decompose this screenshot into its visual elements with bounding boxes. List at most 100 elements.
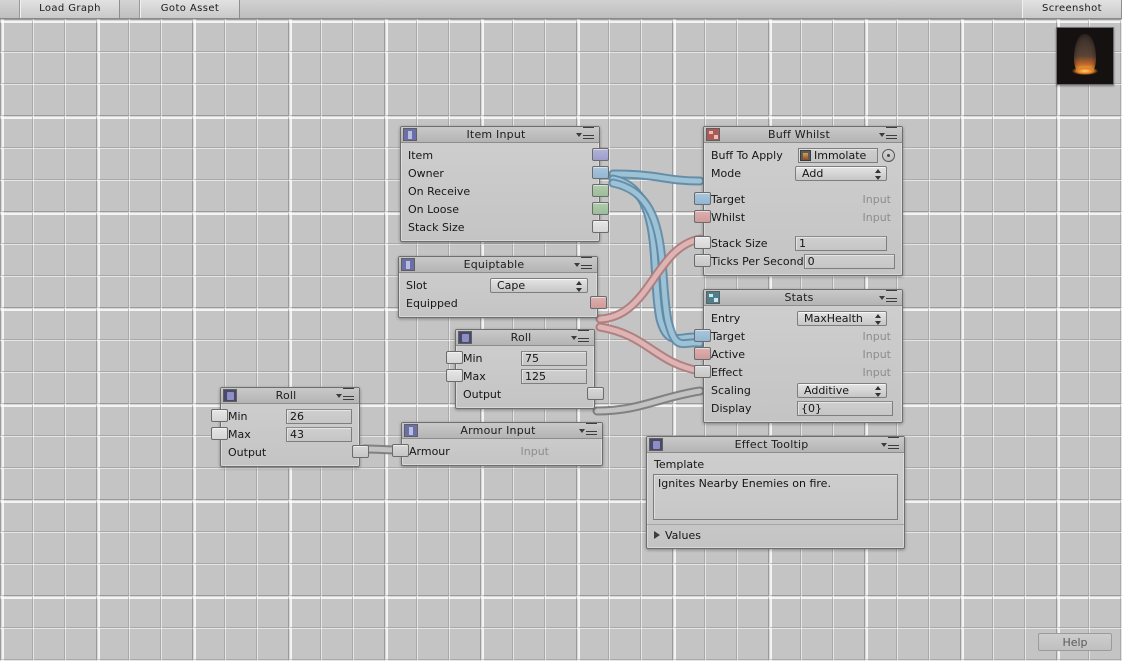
field-row-max[interactable]: Max 43 [211,425,359,443]
node-body: Min 75 Max 125 Output [446,346,604,408]
input-port-max[interactable] [211,427,228,440]
port-row-effect[interactable]: Effect Input [694,363,902,381]
output-port-owner[interactable] [592,166,609,179]
field-row-mode[interactable]: Mode Add [704,164,902,182]
input-port-target[interactable] [694,329,711,342]
asset-preview-thumbnail[interactable] [1056,27,1114,85]
template-textarea[interactable]: Ignites Nearby Enemies on fire. [653,474,898,520]
node-header[interactable]: Stats [704,289,902,306]
chevron-updown-icon [875,313,882,325]
input-port-target[interactable] [694,192,711,205]
output-port-stack-size[interactable] [592,220,609,233]
node-header[interactable]: Item Input [401,126,599,143]
node-header[interactable]: Armour Input [402,422,602,439]
node-buff-whilst[interactable]: Buff Whilst Buff To Apply Immolate Mode … [694,126,903,276]
input-port-ticks-per-second[interactable] [694,254,711,267]
node-equiptable[interactable]: Equiptable Slot Cape Equipped [398,256,607,318]
field-row-display[interactable]: Display {0} [704,399,902,417]
input-port-whilst[interactable] [694,210,711,223]
help-button[interactable]: Help [1038,633,1112,651]
field-row-min[interactable]: Min 26 [211,407,359,425]
output-port-equipped[interactable] [590,296,607,309]
port-row-output[interactable]: Output [221,443,369,461]
node-header[interactable]: Equiptable [399,256,597,273]
input-port-stack-size[interactable] [694,236,711,249]
field-row-entry[interactable]: Entry MaxHealth [704,309,902,327]
flame-glow-icon [1072,67,1098,75]
input-port-min[interactable] [211,409,228,422]
port-row-whilst[interactable]: Whilst Input [694,208,902,226]
node-header[interactable]: Roll [221,387,359,404]
display-input[interactable]: {0} [797,400,893,416]
node-stats[interactable]: Stats Entry MaxHealth Target Input Activ… [694,289,903,423]
output-port-on-receive[interactable] [592,184,609,197]
output-port-item[interactable] [592,148,609,161]
node-header[interactable]: Effect Tooltip [647,436,904,453]
node-menu-icon[interactable] [573,256,595,273]
node-menu-icon[interactable] [335,387,357,404]
node-menu-icon[interactable] [575,126,597,143]
scaling-dropdown[interactable]: Additive [797,382,887,398]
node-armour-input[interactable]: Armour Input Armour Input [392,422,603,466]
slot-dropdown[interactable]: Cape [490,277,588,293]
node-header[interactable]: Roll [456,329,594,346]
port-row-item[interactable]: Item [401,146,609,164]
port-row-armour[interactable]: Armour Input [392,442,602,460]
node-menu-icon[interactable] [878,126,900,143]
toolbar-divider [120,0,140,18]
input-port-min[interactable] [446,351,463,364]
goto-asset-button[interactable]: Goto Asset [140,0,240,18]
buff-to-apply-object-field[interactable]: Immolate [798,147,878,163]
field-row-max[interactable]: Max 125 [446,367,594,385]
port-row-target[interactable]: Target Input [694,327,902,345]
values-foldout[interactable]: Values [647,527,904,543]
output-port-on-loose[interactable] [592,202,609,215]
port-row-target[interactable]: Target Input [694,190,902,208]
output-port-output[interactable] [352,445,369,458]
node-roll-bottom[interactable]: Roll Min 26 Max 43 Output [211,387,369,467]
node-item-input[interactable]: Item Input Item Owner On Receive On Loos… [400,126,609,242]
load-graph-button[interactable]: Load Graph [20,0,120,18]
field-row-scaling[interactable]: Scaling Additive [704,381,902,399]
object-picker-icon[interactable] [882,148,895,162]
field-row-ticks-per-second[interactable]: Ticks Per Second 0 [694,252,902,270]
input-port-armour[interactable] [392,444,409,457]
max-input[interactable]: 43 [286,426,352,442]
field-row-stack-size[interactable]: Stack Size 1 [694,234,902,252]
entry-label: Entry [711,311,741,325]
screenshot-button[interactable]: Screenshot [1022,0,1122,18]
node-menu-icon[interactable] [578,422,600,439]
port-row-owner[interactable]: Owner [401,164,609,182]
port-row-active[interactable]: Active Input [694,345,902,363]
ticks-per-second-input[interactable]: 0 [803,253,895,269]
input-port-effect[interactable] [694,365,711,378]
min-input[interactable]: 75 [521,350,587,366]
max-input[interactable]: 125 [521,368,587,384]
node-header[interactable]: Buff Whilst [704,126,902,143]
field-row-buff-to-apply[interactable]: Buff To Apply Immolate [704,146,902,164]
entry-dropdown[interactable]: MaxHealth [797,310,887,326]
mode-dropdown[interactable]: Add [795,165,887,181]
effect-label: Effect [711,365,743,379]
node-effect-tooltip[interactable]: Effect Tooltip Template Ignites Nearby E… [646,436,905,549]
node-menu-icon[interactable] [880,436,902,453]
port-row-output[interactable]: Output [456,385,604,403]
input-port-max[interactable] [446,369,463,382]
min-input[interactable]: 26 [286,408,352,424]
input-port-active[interactable] [694,347,711,360]
port-row-stack-size[interactable]: Stack Size [401,218,609,236]
output-port-output[interactable] [587,387,604,400]
node-menu-icon[interactable] [570,329,592,346]
stack-size-input[interactable]: 1 [795,235,887,251]
node-roll-top[interactable]: Roll Min 75 Max 125 Output [446,329,604,409]
equipped-label: Equipped [406,296,458,310]
field-row-slot[interactable]: Slot Cape [399,276,597,294]
graph-canvas[interactable]: Item Input Item Owner On Receive On Loos… [0,19,1122,661]
port-row-on-receive[interactable]: On Receive [401,182,609,200]
node-graph-editor: Load Graph Goto Asset Screenshot Item In… [0,0,1122,661]
port-row-equipped[interactable]: Equipped [399,294,607,312]
node-dark-icon [458,331,472,344]
field-row-min[interactable]: Min 75 [446,349,594,367]
node-menu-icon[interactable] [878,289,900,306]
port-row-on-loose[interactable]: On Loose [401,200,609,218]
